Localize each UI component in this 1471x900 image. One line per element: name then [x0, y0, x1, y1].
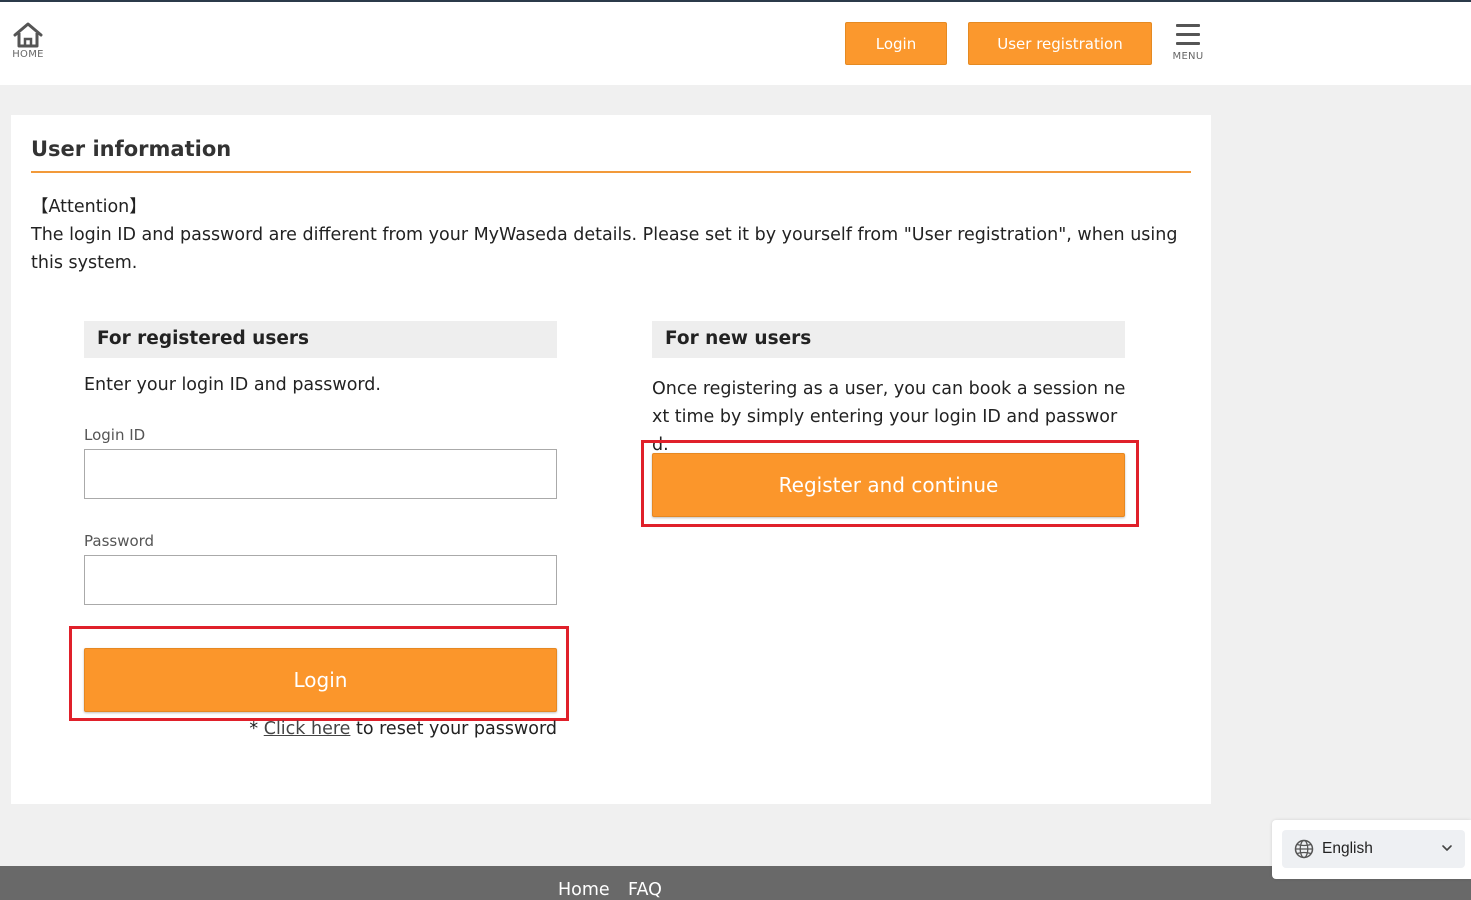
reset-prefix: *: [249, 719, 264, 739]
globe-icon: [1294, 839, 1314, 859]
menu-label: MENU: [1172, 51, 1204, 62]
registered-users-description: Enter your login ID and password.: [84, 375, 381, 395]
header-user-registration-button[interactable]: User registration: [968, 22, 1152, 65]
reset-suffix: to reset your password: [350, 719, 557, 739]
chevron-down-icon: [1441, 842, 1453, 854]
registered-users-heading: For registered users: [84, 321, 557, 358]
attention-text: The login ID and password are different …: [31, 225, 1178, 273]
title-divider: [31, 171, 1191, 173]
new-users-heading: For new users: [652, 321, 1125, 358]
header-bar: HOME Login User registration MENU: [0, 2, 1471, 85]
reset-password-link[interactable]: Click here: [264, 719, 351, 739]
footer-bar: Home FAQ: [0, 866, 1471, 900]
reset-password-text: * Click here to reset your password: [84, 719, 557, 739]
menu-button[interactable]: MENU: [1168, 24, 1208, 62]
login-button[interactable]: Login: [84, 648, 557, 712]
home-label: HOME: [12, 49, 44, 60]
attention-heading: 【Attention】: [31, 197, 147, 217]
home-icon: [13, 22, 43, 48]
user-information-card: User information 【Attention】 The login I…: [11, 115, 1211, 804]
footer-home-link[interactable]: Home: [558, 880, 610, 900]
language-select[interactable]: English: [1282, 830, 1465, 868]
header-login-button[interactable]: Login: [845, 22, 947, 65]
footer-faq-link[interactable]: FAQ: [628, 880, 662, 900]
register-and-continue-button[interactable]: Register and continue: [652, 453, 1125, 517]
login-id-label: Login ID: [84, 426, 146, 444]
password-field[interactable]: [84, 555, 557, 605]
login-id-field[interactable]: [84, 449, 557, 499]
language-widget: English: [1272, 820, 1471, 879]
password-label: Password: [84, 532, 155, 550]
page-title: User information: [31, 137, 232, 161]
language-selected-value: English: [1322, 840, 1373, 857]
home-link[interactable]: HOME: [8, 22, 48, 60]
menu-icon: [1176, 24, 1200, 45]
attention-notice: 【Attention】 The login ID and password ar…: [31, 193, 1201, 277]
